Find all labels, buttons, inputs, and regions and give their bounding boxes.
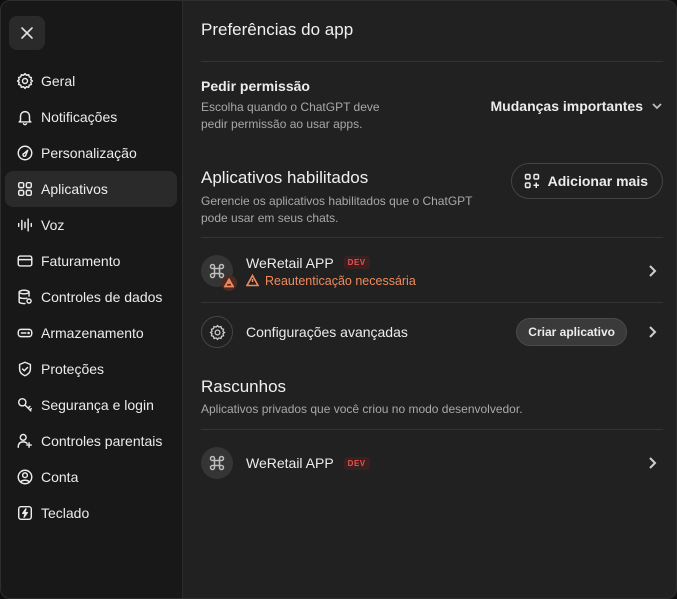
sidebar-item-faturamento[interactable]: Faturamento [5, 243, 177, 279]
sidebar-item-armazenamento[interactable]: Armazenamento [5, 315, 177, 351]
sidebar-item-label: Conta [41, 469, 79, 485]
apps-icon [15, 179, 35, 199]
sidebar-item-teclado[interactable]: Teclado [5, 495, 177, 531]
sidebar: Geral Notificações Personalização Aplica… [1, 1, 183, 598]
sidebar-item-label: Voz [41, 217, 65, 233]
sidebar-item-label: Teclado [41, 505, 90, 521]
sidebar-item-controles-dados[interactable]: Controles de dados [5, 279, 177, 315]
settings-window: Geral Notificações Personalização Aplica… [0, 0, 677, 599]
add-apps-icon [524, 173, 539, 189]
enabled-apps-description: Gerencie os aplicativos habilitados que … [201, 194, 473, 225]
create-app-button[interactable]: Criar aplicativo [516, 318, 627, 346]
permission-select-value: Mudanças importantes [490, 98, 643, 114]
app-name-line: WeRetail APP DEV [246, 255, 416, 271]
add-more-label: Adicionar mais [547, 173, 648, 189]
sidebar-item-label: Faturamento [41, 253, 121, 269]
sidebar-item-label: Armazenamento [41, 325, 144, 341]
warning-text: Reautenticação necessária [265, 273, 416, 288]
reauth-warning: Reautenticação necessária [246, 274, 416, 288]
permission-title: Pedir permissão [201, 78, 310, 94]
shield-icon [15, 359, 35, 379]
draft-app-row[interactable]: WeRetail APP DEV [201, 446, 663, 480]
sidebar-item-label: Proteções [41, 361, 105, 377]
family-icon [15, 431, 35, 451]
sidebar-item-voz[interactable]: Voz [5, 207, 177, 243]
gear-icon [208, 324, 226, 340]
app-info: WeRetail APP DEV Reautenticação necessár… [246, 255, 416, 288]
voice-icon [15, 215, 35, 235]
main-panel: Preferências do app Pedir permissão Esco… [201, 1, 663, 598]
warning-badge [221, 275, 237, 291]
command-icon [209, 455, 225, 471]
warning-icon [246, 274, 259, 287]
enabled-app-row[interactable]: WeRetail APP DEV Reautenticação necessár… [201, 253, 663, 291]
sidebar-item-personalizacao[interactable]: Personalização [5, 135, 177, 171]
app-icon [201, 447, 233, 479]
permission-description: Escolha quando o ChatGPT deve pedir perm… [201, 100, 380, 131]
settings-icon-wrap [201, 316, 233, 348]
sidebar-item-label: Controles de dados [41, 289, 163, 305]
drafts-title: Rascunhos [201, 377, 287, 396]
dev-badge: DEV [343, 256, 370, 269]
key-icon [15, 395, 35, 415]
sidebar-item-seguranca-login[interactable]: Segurança e login [5, 387, 177, 423]
app-name-line: WeRetail APP DEV [246, 455, 370, 471]
database-icon [15, 287, 35, 307]
close-icon [21, 27, 33, 39]
bell-icon [15, 107, 35, 127]
sidebar-item-label: Segurança e login [41, 397, 154, 413]
page-title: Preferências do app [201, 20, 354, 39]
app-icon [201, 255, 237, 291]
sidebar-item-conta[interactable]: Conta [5, 459, 177, 495]
advanced-settings-row[interactable]: Configurações avançadas Criar aplicativo [201, 315, 663, 349]
sidebar-item-label: Personalização [41, 145, 137, 161]
dev-badge: DEV [343, 456, 370, 470]
storage-icon [15, 323, 35, 343]
sidebar-nav: Geral Notificações Personalização Aplica… [5, 63, 177, 531]
sidebar-item-geral[interactable]: Geral [5, 63, 177, 99]
divider [201, 61, 663, 62]
close-button[interactable] [9, 16, 45, 50]
app-name: WeRetail APP [246, 254, 334, 271]
credit-card-icon [15, 251, 35, 271]
keyboard-icon [15, 503, 35, 523]
advanced-settings-info: Configurações avançadas [246, 324, 408, 340]
warning-icon [224, 278, 234, 288]
sidebar-item-controles-parentais[interactable]: Controles parentais [5, 423, 177, 459]
chevron-right-icon [649, 265, 657, 277]
drafts-description: Aplicativos privados que você criou no m… [201, 402, 523, 416]
sidebar-item-label: Notificações [41, 109, 118, 125]
sidebar-item-label: Geral [41, 73, 76, 89]
draft-app-info: WeRetail APP DEV [246, 455, 370, 471]
divider [201, 237, 663, 238]
sidebar-item-notificacoes[interactable]: Notificações [5, 99, 177, 135]
enabled-apps-title: Aplicativos habilitados [201, 168, 369, 187]
add-more-button[interactable]: Adicionar mais [510, 163, 663, 199]
divider [201, 302, 663, 303]
chevron-down-icon [652, 103, 662, 110]
chevron-right-icon [649, 326, 657, 338]
chevron-right-icon [649, 457, 657, 469]
sidebar-item-label: Aplicativos [41, 181, 108, 197]
gear-icon [15, 71, 35, 91]
sidebar-item-aplicativos[interactable]: Aplicativos [5, 171, 177, 207]
divider [201, 429, 663, 430]
personalization-icon [15, 143, 35, 163]
advanced-settings-label: Configurações avançadas [246, 324, 408, 340]
sidebar-item-label: Controles parentais [41, 433, 163, 449]
account-icon [15, 467, 35, 487]
sidebar-item-protecoes[interactable]: Proteções [5, 351, 177, 387]
app-name: WeRetail APP [246, 455, 334, 471]
permission-select[interactable]: Mudanças importantes [491, 98, 663, 114]
